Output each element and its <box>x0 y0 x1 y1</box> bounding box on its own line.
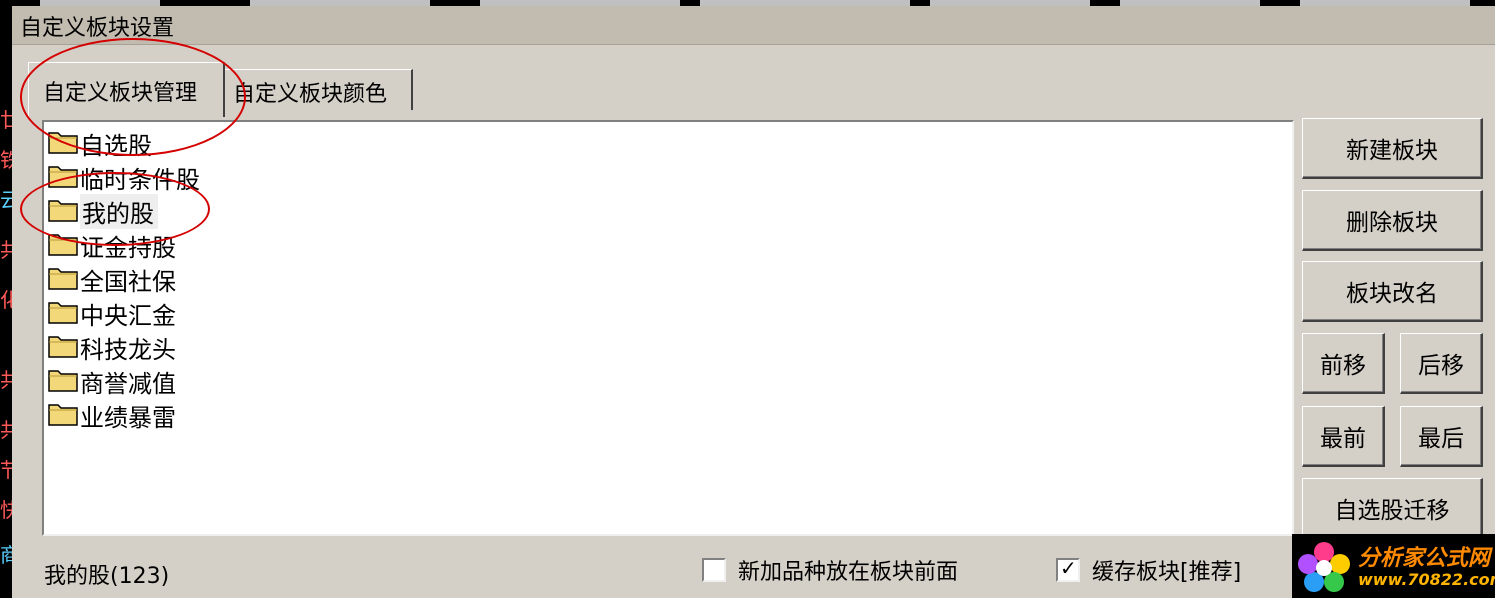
tab-label: 自定义板块管理 <box>43 81 198 106</box>
move-down-button[interactable]: 后移 <box>1400 333 1483 394</box>
add-front-option[interactable]: 新加品种放在板块前面 <box>702 553 958 587</box>
cache-block-checkbox[interactable]: ✓ <box>1056 556 1080 582</box>
move-last-button[interactable]: 最后 <box>1400 406 1483 467</box>
background-chart-left: 廿铁云 共化共 共节快商 <box>0 0 12 598</box>
folder-icon <box>48 268 78 290</box>
tree-item-label: 业绩暴雷 <box>80 404 176 432</box>
tab-block-color[interactable]: 自定义板块颜色 <box>224 69 413 110</box>
tree-item-label: 证金持股 <box>80 234 176 262</box>
selected-block-status: 我的股(123) <box>44 564 170 589</box>
tree-item-label: 商誉减值 <box>80 370 176 398</box>
folder-icon <box>48 302 78 324</box>
add-front-label: 新加品种放在板块前面 <box>738 560 959 585</box>
folder-icon <box>48 132 78 154</box>
window-title: 自定义板块设置 <box>20 16 175 41</box>
tree-item-label: 临时条件股 <box>80 166 200 194</box>
tree-item-label: 科技龙头 <box>80 336 176 364</box>
folder-icon <box>48 336 78 358</box>
folder-icon <box>48 404 78 426</box>
folder-icon <box>48 200 78 222</box>
title-bar: 自定义板块设置 <box>12 6 1495 45</box>
block-tree-list[interactable]: 自选股 临时条件股 我的股 证金持股 全国社保 中央汇金 科技龙头 商誉减值 业… <box>42 120 1294 536</box>
watermark-url: www.70822.com <box>1358 570 1495 589</box>
tab-block-management[interactable]: 自定义板块管理 <box>28 62 225 117</box>
add-front-checkbox[interactable] <box>702 558 726 582</box>
tree-item-label: 我的股 <box>80 194 158 229</box>
custom-block-settings-dialog: 自定义板块设置 自定义板块管理 自定义板块颜色 自选股 临时条件股 我的股 证金… <box>12 6 1495 598</box>
folder-icon <box>48 370 78 392</box>
tree-item-label: 全国社保 <box>80 268 176 296</box>
watermark-title: 分析家公式网 <box>1358 546 1491 571</box>
cache-block-label: 缓存板块[推荐] <box>1092 560 1242 585</box>
migrate-watchlist-button[interactable]: 自选股迁移 <box>1302 478 1483 539</box>
tree-item-label: 中央汇金 <box>80 302 176 330</box>
new-block-button[interactable]: 新建板块 <box>1302 118 1483 179</box>
tab-label: 自定义板块颜色 <box>233 82 388 107</box>
folder-icon <box>48 234 78 256</box>
check-mark-icon: ✓ <box>1060 556 1077 580</box>
tree-item-label: 自选股 <box>80 132 152 160</box>
flower-logo-icon <box>1298 542 1350 592</box>
delete-block-button[interactable]: 删除板块 <box>1302 190 1483 251</box>
watermark-logo: 分析家公式网 www.70822.com <box>1292 534 1495 598</box>
cache-block-option[interactable]: ✓ 缓存板块[推荐] <box>1056 553 1241 587</box>
rename-block-button[interactable]: 板块改名 <box>1302 261 1483 322</box>
move-up-button[interactable]: 前移 <box>1302 333 1385 394</box>
move-first-button[interactable]: 最前 <box>1302 406 1385 467</box>
folder-icon <box>48 166 78 188</box>
